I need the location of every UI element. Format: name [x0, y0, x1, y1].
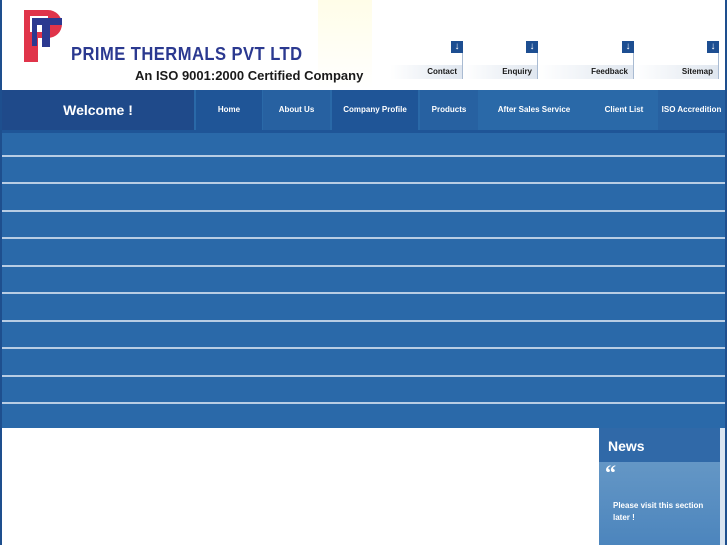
news-header: News — [599, 428, 720, 462]
top-link-contact[interactable]: ↓ Contact — [390, 40, 463, 80]
top-link-label[interactable]: Sitemap — [682, 67, 713, 76]
down-arrow-icon[interactable]: ↓ — [622, 41, 634, 53]
nav-company-profile[interactable]: Company Profile — [332, 90, 418, 130]
certification-tagline: An ISO 9001:2000 Certified Company — [135, 68, 364, 83]
stripe-line — [2, 347, 725, 349]
stripe-line — [2, 292, 725, 294]
nav-iso-accredition[interactable]: ISO Accredition — [658, 90, 725, 130]
header: PRIME THERMALS PVT LTD An ISO 9001:2000 … — [2, 0, 725, 89]
nav-about-us[interactable]: About Us — [263, 90, 330, 130]
top-link-sitemap[interactable]: ↓ Sitemap — [634, 40, 719, 80]
stripe-line — [2, 210, 725, 212]
top-link-label[interactable]: Enquiry — [502, 67, 532, 76]
welcome-banner: Welcome ! — [2, 90, 194, 130]
nav-after-sales-service[interactable]: After Sales Service — [480, 90, 588, 130]
down-arrow-icon[interactable]: ↓ — [451, 41, 463, 53]
news-message: Please visit this section later ! — [613, 501, 704, 522]
main-nav: Welcome ! Home About Us Company Profile … — [2, 90, 725, 130]
page: PRIME THERMALS PVT LTD An ISO 9001:2000 … — [0, 0, 727, 545]
company-name: PRIME THERMALS PVT LTD — [71, 44, 303, 64]
stripe-line — [2, 402, 725, 404]
nav-products[interactable]: Products — [420, 90, 478, 130]
news-panel-edge — [720, 428, 725, 545]
stripe-line — [2, 237, 725, 239]
company-logo-icon[interactable] — [22, 8, 64, 64]
top-link-enquiry[interactable]: ↓ Enquiry — [463, 40, 538, 80]
stripe-line — [2, 182, 725, 184]
stripe-line — [2, 375, 725, 377]
stripe-line — [2, 155, 725, 157]
top-link-feedback[interactable]: ↓ Feedback — [538, 40, 634, 80]
down-arrow-icon[interactable]: ↓ — [526, 41, 538, 53]
stripe-line — [2, 320, 725, 322]
news-title: News — [608, 438, 645, 454]
nav-client-list[interactable]: Client List — [592, 90, 656, 130]
nav-home[interactable]: Home — [196, 90, 262, 130]
stripe-line — [2, 265, 725, 267]
news-panel: News “ Please visit this section later ! — [599, 428, 720, 545]
quote-mark-icon: “ — [605, 460, 616, 485]
stripe-banner — [2, 130, 725, 428]
down-arrow-icon[interactable]: ↓ — [707, 41, 719, 53]
top-link-label[interactable]: Contact — [427, 67, 457, 76]
top-link-label[interactable]: Feedback — [591, 67, 628, 76]
top-links: ↓ Contact ↓ Enquiry ↓ Feedback ↓ Sitemap — [390, 40, 725, 80]
